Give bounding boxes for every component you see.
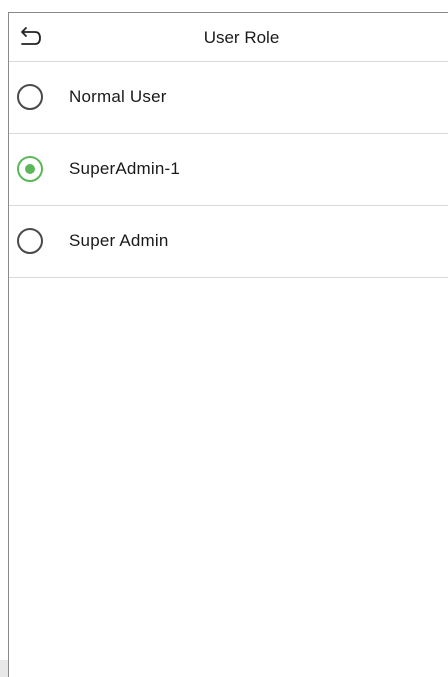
radio-button-icon[interactable] [17,156,43,182]
role-option-label: SuperAdmin-1 [69,159,181,178]
role-option-label: Super Admin [69,231,169,250]
corner-mark [0,660,8,677]
role-option-normal-user[interactable]: Normal User [9,62,448,134]
radio-dot [25,164,35,174]
header-bar: User Role [9,13,448,62]
user-role-screen: User Role Normal User SuperAdmin-1 Super… [8,12,448,677]
radio-button-icon[interactable] [17,228,43,254]
role-options-list: Normal User SuperAdmin-1 Super Admin [9,62,448,278]
page-title: User Role [203,28,280,47]
role-option-superadmin-1[interactable]: SuperAdmin-1 [9,134,448,206]
role-option-super-admin[interactable]: Super Admin [9,206,448,278]
role-option-label: Normal User [69,87,167,106]
radio-button-icon[interactable] [17,84,43,110]
